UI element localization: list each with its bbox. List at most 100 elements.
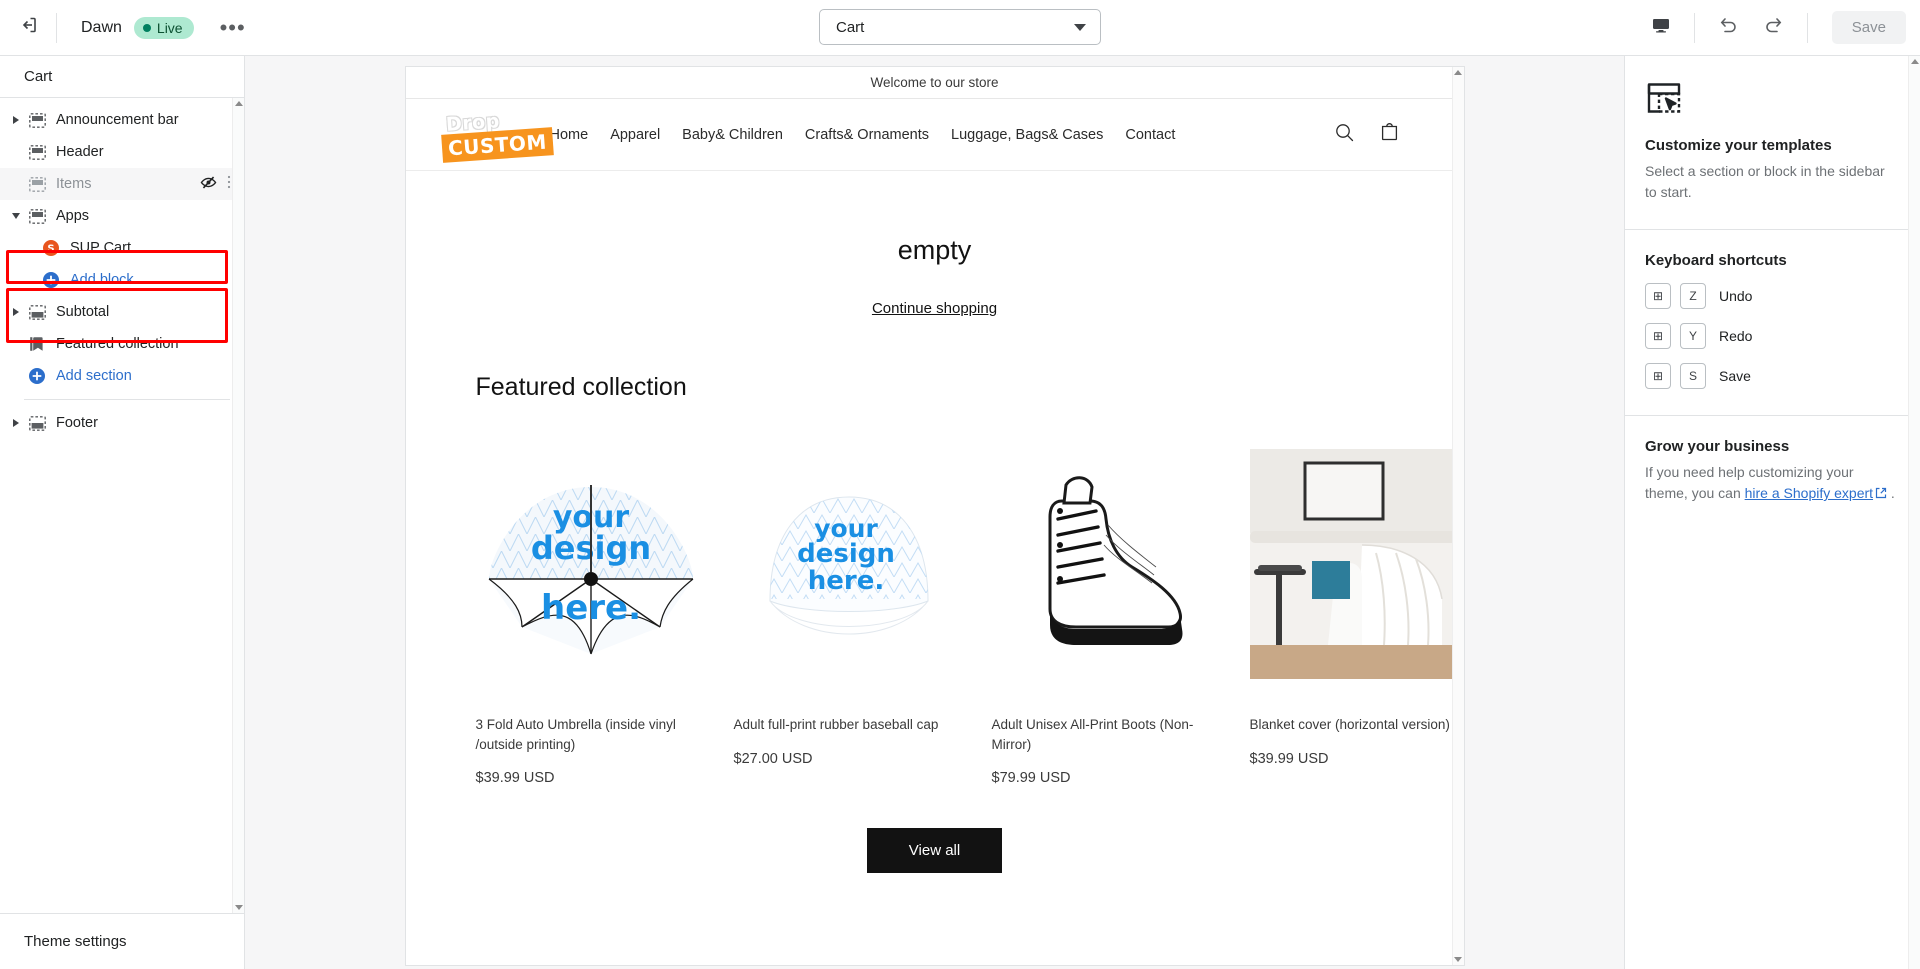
scroll-down-icon[interactable] bbox=[234, 905, 243, 910]
sidebar-item-announcement-bar[interactable]: Announcement bar bbox=[0, 104, 244, 136]
disclosure-toggle[interactable] bbox=[8, 213, 24, 219]
modifier-key: ⊞ bbox=[1645, 283, 1671, 309]
modifier-key: ⊞ bbox=[1645, 323, 1671, 349]
scroll-up-icon[interactable] bbox=[234, 101, 243, 106]
chevron-down-icon bbox=[1074, 23, 1086, 31]
product-image-umbrella: your design here. bbox=[476, 438, 706, 690]
nav-link-luggage-bags-cases[interactable]: Luggage, Bags& Cases bbox=[951, 127, 1103, 143]
cart-empty-state: empty Continue shopping bbox=[406, 171, 1464, 317]
collection-tag-icon bbox=[24, 336, 50, 352]
editor-layout: Cart Announcement bar Header Items Apps … bbox=[0, 56, 1920, 969]
shortcut-row-save: ⊞ S Save bbox=[1645, 363, 1898, 389]
sup-cart-app-icon: S bbox=[38, 240, 64, 256]
plus-circle-icon bbox=[24, 368, 50, 384]
sidebar-item-header[interactable]: Header bbox=[0, 136, 244, 168]
redo-button[interactable] bbox=[1751, 6, 1797, 50]
product-price: $27.00 USD bbox=[733, 750, 813, 767]
product-title: Adult Unisex All-Print Boots (Non-Mirror… bbox=[991, 717, 1194, 752]
nav-link-contact[interactable]: Contact bbox=[1125, 127, 1175, 143]
sidebar-item-items[interactable]: Items bbox=[0, 168, 244, 200]
section-icon bbox=[24, 112, 50, 128]
sidebar-divider bbox=[24, 399, 230, 400]
product-title: 3 Fold Auto Umbrella (inside vinyl /outs… bbox=[475, 717, 676, 752]
undo-button[interactable] bbox=[1705, 6, 1751, 50]
product-image-blanket bbox=[1249, 438, 1464, 690]
shortcut-label: Undo bbox=[1719, 288, 1753, 304]
continue-shopping-link[interactable]: Continue shopping bbox=[406, 300, 1464, 317]
scroll-up-icon[interactable] bbox=[1910, 59, 1919, 64]
add-block-label: Add block bbox=[70, 272, 134, 288]
keyboard-shortcuts-section: Keyboard shortcuts ⊞ Z Undo ⊞ Y Redo ⊞ S… bbox=[1625, 230, 1920, 415]
product-price: $39.99 USD bbox=[475, 770, 555, 787]
save-button[interactable]: Save bbox=[1831, 11, 1906, 44]
template-selector[interactable]: Cart bbox=[819, 9, 1101, 45]
sidebar-item-footer[interactable]: Footer bbox=[0, 407, 244, 439]
template-selector-container: Cart bbox=[819, 9, 1101, 45]
product-card[interactable]: your design here. Adult full-print rubbe… bbox=[734, 438, 964, 786]
add-section-label: Add section bbox=[56, 368, 132, 384]
sections-sidebar: Cart Announcement bar Header Items Apps … bbox=[0, 56, 245, 969]
sidebar-item-actions bbox=[200, 175, 236, 194]
disclosure-toggle[interactable] bbox=[8, 116, 24, 124]
cart-empty-title: empty bbox=[897, 235, 972, 265]
product-title: Blanket cover (horizontal version) bbox=[1249, 717, 1450, 732]
storefront-header: Drop CUSTOM Home Apparel Baby& Children … bbox=[405, 99, 1464, 171]
add-block-button[interactable]: Add block bbox=[0, 264, 244, 296]
live-status-badge: Live bbox=[133, 16, 194, 39]
inspector-scrollbar[interactable] bbox=[1908, 56, 1920, 969]
device-preview-button[interactable] bbox=[1638, 6, 1684, 50]
inspector-panel: Customize your templates Select a sectio… bbox=[1624, 56, 1920, 969]
sidebar-scrollbar[interactable] bbox=[232, 98, 244, 913]
product-grid: your design here. 3 Fold Auto Umbrella (… bbox=[476, 438, 1464, 786]
product-card[interactable]: your design here. 3 Fold Auto Umbrella (… bbox=[476, 438, 706, 786]
customize-templates-subtitle: Select a section or block in the sidebar… bbox=[1645, 163, 1885, 200]
desktop-icon bbox=[1651, 15, 1671, 40]
view-all-container: View all bbox=[476, 828, 1394, 874]
sidebar-item-apps[interactable]: Apps bbox=[0, 200, 244, 232]
scroll-up-icon[interactable] bbox=[1454, 70, 1462, 75]
store-logo[interactable]: Drop CUSTOM bbox=[440, 110, 554, 163]
top-toolbar: Dawn Live ••• Cart Save bbox=[0, 0, 1920, 56]
redo-icon bbox=[1763, 14, 1785, 41]
product-card[interactable]: Blanket cover (horizontal version) $39.9… bbox=[1249, 438, 1464, 786]
search-icon[interactable] bbox=[1334, 122, 1355, 148]
svg-text:design: design bbox=[797, 539, 895, 569]
shortcut-label: Redo bbox=[1719, 328, 1753, 344]
customize-templates-section: Customize your templates Select a sectio… bbox=[1625, 56, 1920, 229]
sidebar-item-label: Items bbox=[56, 176, 92, 192]
shopping-bag-icon[interactable] bbox=[1379, 122, 1400, 148]
add-section-button[interactable]: Add section bbox=[0, 360, 244, 392]
chevron-right-icon bbox=[13, 116, 19, 124]
chevron-down-icon bbox=[12, 213, 20, 219]
shortcut-key: Y bbox=[1680, 323, 1706, 349]
section-icon bbox=[24, 176, 50, 192]
theme-settings-button[interactable]: Theme settings bbox=[0, 913, 244, 969]
disclosure-toggle[interactable] bbox=[8, 419, 24, 427]
sidebar-item-label: Apps bbox=[56, 208, 90, 224]
shortcut-row-redo: ⊞ Y Redo bbox=[1645, 323, 1898, 349]
product-price: $39.99 USD bbox=[1249, 750, 1329, 767]
sidebar-item-label: Header bbox=[56, 144, 104, 160]
product-image-baseball-cap: your design here. bbox=[734, 438, 964, 690]
shortcut-label: Save bbox=[1719, 368, 1751, 384]
grow-business-title: Grow your business bbox=[1645, 438, 1790, 455]
preview-scrollbar[interactable] bbox=[1451, 67, 1464, 965]
sidebar-item-featured-collection[interactable]: Featured collection bbox=[0, 328, 244, 360]
storefront-preview-frame: Welcome to our store Drop CUSTOM Home Ap… bbox=[404, 66, 1465, 966]
product-price: $79.99 USD bbox=[991, 770, 1071, 787]
nav-link-home[interactable]: Home bbox=[550, 127, 589, 143]
nav-link-crafts-ornaments[interactable]: Crafts& Ornaments bbox=[805, 127, 929, 143]
nav-link-baby-children[interactable]: Baby& Children bbox=[682, 127, 783, 143]
disclosure-toggle[interactable] bbox=[8, 308, 24, 316]
exit-editor-button[interactable] bbox=[0, 0, 56, 56]
scroll-down-icon[interactable] bbox=[1454, 957, 1462, 962]
sidebar-item-subtotal[interactable]: Subtotal bbox=[0, 296, 244, 328]
product-card[interactable]: Adult Unisex All-Print Boots (Non-Mirror… bbox=[992, 438, 1222, 786]
eye-off-icon[interactable] bbox=[200, 175, 217, 194]
nav-link-apparel[interactable]: Apparel bbox=[610, 127, 660, 143]
shortcut-row-undo: ⊞ Z Undo bbox=[1645, 283, 1898, 309]
view-all-button[interactable]: View all bbox=[866, 828, 1003, 874]
hire-shopify-expert-link[interactable]: hire a Shopify expert bbox=[1745, 485, 1873, 501]
sidebar-item-sup-cart[interactable]: S SUP Cart bbox=[0, 232, 244, 264]
more-actions-button[interactable]: ••• bbox=[212, 16, 254, 38]
